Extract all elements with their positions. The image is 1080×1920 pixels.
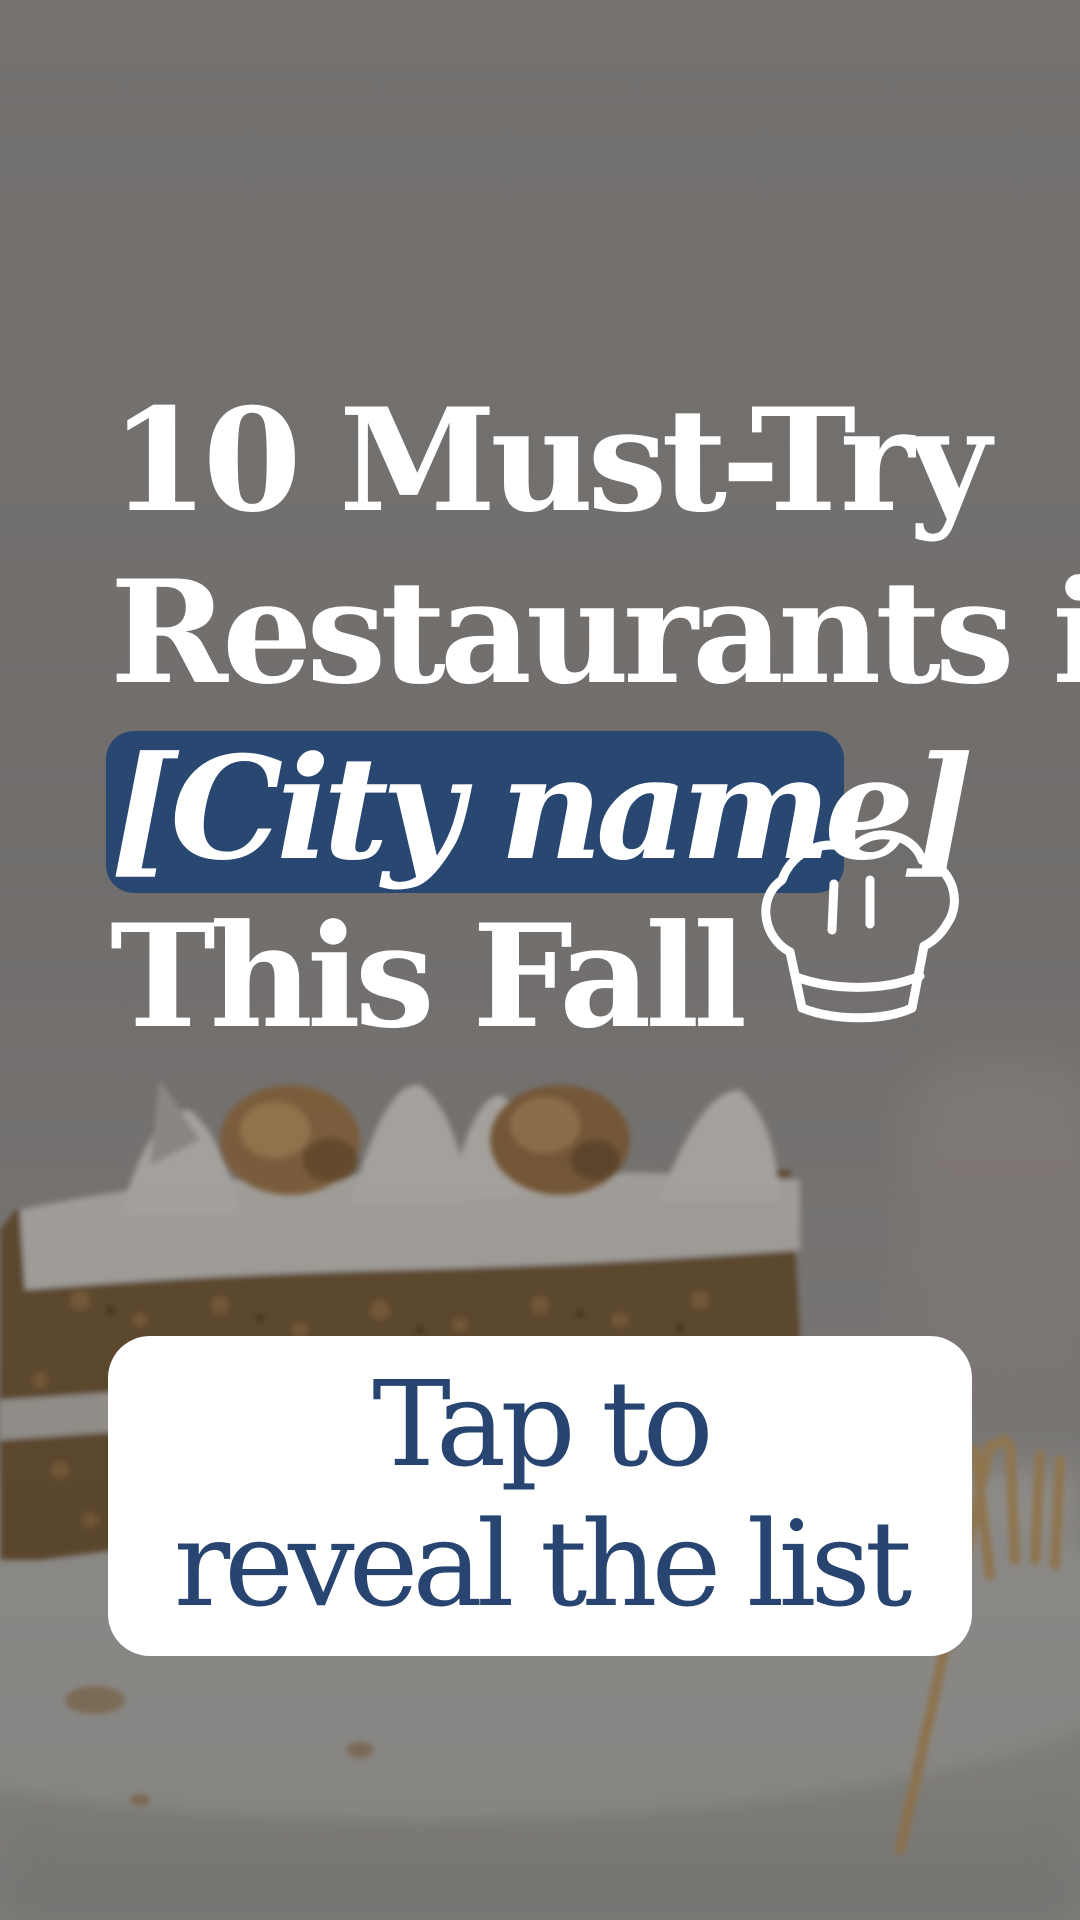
cta-line-1: Tap to xyxy=(372,1355,713,1493)
reveal-list-button[interactable]: Tap to reveal the list xyxy=(108,1336,972,1656)
cta-line-2: reveal the list xyxy=(173,1495,913,1633)
story-canvas: 10 Must-Try Restaurants in [City name] T… xyxy=(0,0,1080,1920)
chef-hat-icon xyxy=(761,830,959,1023)
headline-line-2: Restaurants in xyxy=(110,550,1080,716)
headline-line-1: 10 Must-Try xyxy=(110,378,991,544)
